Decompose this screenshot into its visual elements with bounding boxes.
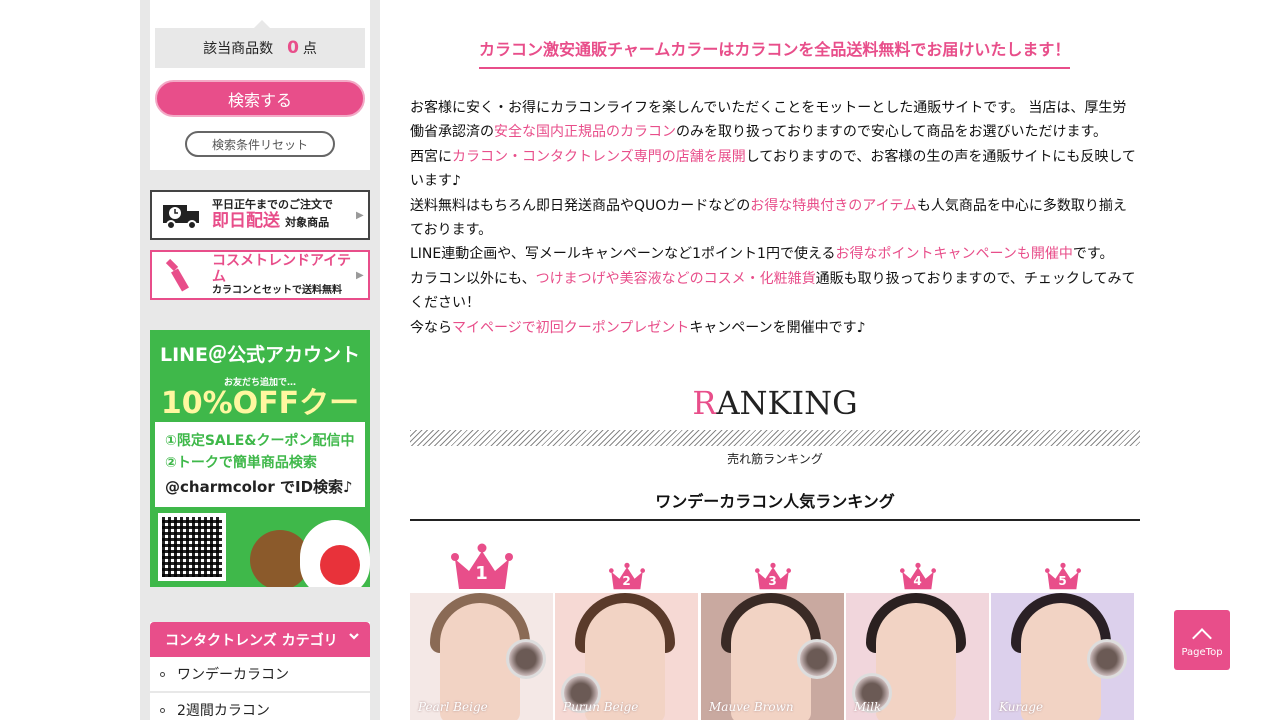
category-panel: コンタクトレンズ カテゴリ ワンデーカラコン 2週間カラコン: [150, 622, 370, 720]
result-count-label: 該当商品数: [203, 41, 274, 57]
rank-number: 4: [913, 574, 922, 588]
result-count-value: 0: [287, 38, 299, 58]
chevron-down-icon: [348, 630, 360, 646]
line-official-banner[interactable]: LINE＠公式アカウント お友だち追加で… 10%OFFクーポン ①限定SALE…: [150, 330, 370, 587]
delivery-banner-big: 即日配送: [212, 210, 280, 231]
link-cosme-goods[interactable]: つけまつげや美容液などのコスメ・化粧雑貨: [536, 271, 816, 287]
crown-icon: 5: [1044, 562, 1081, 592]
product-name: Milk: [854, 700, 882, 714]
rank-number: 1: [475, 563, 488, 584]
category-item-label: 2週間カラコン: [177, 703, 270, 719]
crown-icon: 2: [608, 562, 645, 592]
rank-number: 3: [768, 574, 777, 588]
search-panel: 該当商品数 0点 検索する 検索条件リセット: [150, 0, 370, 170]
category-item-label: ワンデーカラコン: [177, 667, 289, 683]
product-name: Kurage: [999, 700, 1044, 714]
ranking-title: RANKING: [410, 384, 1140, 422]
link-bonus-items[interactable]: お得な特典付きのアイテム: [750, 198, 917, 214]
rank-number: 2: [622, 574, 631, 588]
ranking-item[interactable]: 4 Milk: [846, 540, 989, 720]
link-mypage-coupon[interactable]: マイページで初回クーポンプレゼント: [452, 320, 689, 336]
ranking-title-initial: R: [692, 384, 717, 422]
result-count: 該当商品数 0点: [155, 20, 365, 68]
link-point-campaign[interactable]: お得なポイントキャンペーンも開催中: [836, 246, 1073, 262]
rabbit-mouth: [320, 545, 360, 585]
banner-arrow-icon: ▶: [356, 269, 364, 281]
ranking-item[interactable]: 5 Kurage: [991, 540, 1134, 720]
delivery-truck-icon: [152, 192, 212, 238]
intro-text-segment: 西宮に: [410, 148, 452, 165]
product-image[interactable]: Pearl Beige: [410, 593, 553, 720]
ranking-item[interactable]: 1 Pearl Beige: [410, 540, 553, 720]
intro-text: お客様に安く・お得にカラコンライフを楽しんでいただくことをモットーとした通販サイ…: [410, 96, 1140, 340]
banner-arrow-icon: ▶: [356, 209, 364, 221]
product-name: Mauve Brown: [709, 700, 794, 714]
search-button[interactable]: 検索する: [155, 80, 365, 117]
mascara-icon: [152, 252, 212, 298]
product-image[interactable]: Purun Beige: [555, 593, 698, 720]
line-banner-features: ①限定SALE&クーポン配信中 ②トークで簡単商品検索 @charmcolor …: [155, 422, 365, 507]
same-day-delivery-banner[interactable]: 平日正午までのご注文で 即日配送 対象商品 ▶: [150, 190, 370, 240]
cosme-banner-sub: カラコンとセットで送料無料: [212, 285, 342, 297]
category-item-oneday[interactable]: ワンデーカラコン: [150, 657, 370, 693]
product-image[interactable]: Kurage: [991, 593, 1134, 720]
product-image[interactable]: Milk: [846, 593, 989, 720]
intro-text-segment: キャンペーンを開催中です♪: [689, 319, 866, 336]
ranking-divider: [410, 430, 1140, 446]
product-image[interactable]: Mauve Brown: [701, 593, 844, 720]
oneday-ranking-title: ワンデーカラコン人気ランキング: [655, 492, 895, 511]
intro-text-segment: 今なら: [410, 319, 452, 336]
chevron-up-icon: [1192, 627, 1212, 648]
page-top-button[interactable]: PageTop: [1174, 610, 1230, 670]
line-feature-2: ②トークで簡単商品検索: [165, 455, 317, 471]
link-safe-lenses[interactable]: 安全な国内正規品のカラコン: [494, 124, 676, 140]
ranking-subtitle: 売れ筋ランキング: [727, 452, 823, 466]
link-stores[interactable]: カラコン・コンタクトレンズ専門の店舗を展開: [452, 149, 746, 165]
category-item-2week[interactable]: 2週間カラコン: [150, 693, 370, 720]
page-top-label: PageTop: [1181, 646, 1223, 658]
reset-search-button[interactable]: 検索条件リセット: [185, 131, 335, 157]
product-name: Purun Beige: [563, 700, 639, 714]
section-underline: [410, 519, 1140, 521]
ranking-item[interactable]: 2 Purun Beige: [555, 540, 698, 720]
category-header-label: コンタクトレンズ カテゴリ: [165, 632, 338, 649]
crown-icon: 3: [754, 562, 791, 592]
delivery-banner-suffix: 対象商品: [285, 215, 330, 229]
intro-text-segment: LINE連動企画や、写メールキャンペーンなど1ポイント1円で使える: [410, 246, 836, 263]
intro-text-segment: 送料無料はもちろん即日発送商品やQUOカードなどの: [410, 197, 751, 214]
rank-number: 5: [1058, 574, 1067, 588]
ranking-item[interactable]: 3 Mauve Brown: [701, 540, 844, 720]
intro-text-segment: のみを取り扱っておりますので安心して商品をお選びいただけます。: [676, 124, 1108, 141]
line-feature-1: ①限定SALE&クーポン配信中: [165, 433, 355, 449]
ranking-title-rest: ANKING: [716, 384, 858, 422]
line-banner-title: LINE＠公式アカウント: [159, 344, 361, 366]
qr-code: [158, 513, 226, 581]
cosme-trend-banner[interactable]: コスメトレンドアイテム カラコンとセットで送料無料 ▶: [150, 250, 370, 300]
crown-icon: 4: [899, 562, 936, 592]
crown-icon: 1: [450, 543, 513, 593]
product-name: Pearl Beige: [418, 700, 488, 714]
page-headline: カラコン激安通販チャームカラーはカラコンを全品送料無料でお届けいたします！: [479, 36, 1071, 69]
line-id-text: @charmcolor でID検索♪: [165, 478, 353, 496]
cosme-banner-title: コスメトレンドアイテム: [212, 253, 352, 286]
intro-text-segment: です。: [1072, 246, 1114, 263]
category-header[interactable]: コンタクトレンズ カテゴリ: [150, 622, 370, 657]
intro-text-segment: カラコン以外にも、: [410, 270, 536, 287]
result-count-unit: 点: [302, 41, 317, 57]
